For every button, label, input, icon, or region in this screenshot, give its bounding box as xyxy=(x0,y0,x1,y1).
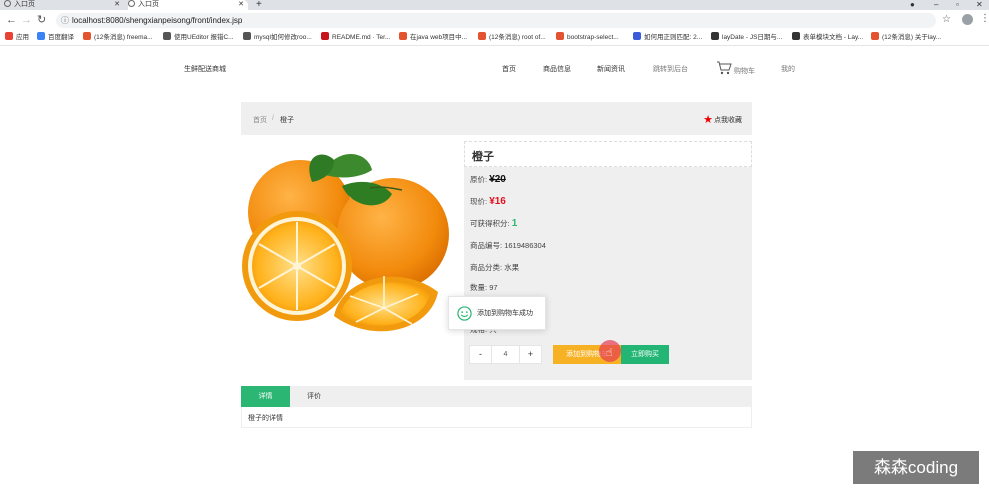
stock-value: 97 xyxy=(489,283,498,292)
nav-home[interactable]: 首页 xyxy=(502,64,516,74)
bookmark-favicon-icon xyxy=(37,32,45,40)
breadcrumb-current: 橙子 xyxy=(280,117,294,124)
bookmark-item[interactable]: 如何用正则匹配: 2... xyxy=(633,32,702,43)
bookmark-item[interactable]: (12条消息) freema... xyxy=(83,32,153,43)
bookmark-item[interactable]: layDate - JS日期与... xyxy=(711,32,782,43)
site-logo-text[interactable]: 生鲜配送商城 xyxy=(184,64,226,74)
browser-tab-strip: 入口页 ✕ 入口页 ✕ + ● – ▫ ✕ xyxy=(0,0,989,10)
bookmark-item[interactable]: (12条消息) root of... xyxy=(478,32,546,43)
tab-reviews[interactable]: 评价 xyxy=(290,386,338,407)
minimize-icon[interactable]: – xyxy=(934,0,938,9)
stock-row: 数量: 97 xyxy=(470,283,498,292)
bookmark-favicon-icon xyxy=(83,32,91,40)
bookmark-item[interactable]: 使用UEditor 报错C... xyxy=(163,32,234,43)
new-tab-button[interactable]: + xyxy=(256,0,268,10)
bookmark-item[interactable]: 百度翻译 xyxy=(37,32,74,43)
info-icon[interactable]: ⓘ xyxy=(61,13,69,28)
quantity-input[interactable]: 4 xyxy=(492,345,519,364)
close-window-icon[interactable]: ✕ xyxy=(976,0,983,9)
bookmark-favicon-icon xyxy=(633,32,641,40)
toast-message: 添加到购物车成功 xyxy=(448,296,546,330)
product-title: 橙子 xyxy=(464,141,752,167)
product-code: 1619486304 xyxy=(504,241,546,250)
breadcrumb-home[interactable]: 首页 xyxy=(253,115,267,125)
smile-icon xyxy=(457,306,472,321)
bookmark-favicon-icon xyxy=(478,32,486,40)
current-price-row: 现价: ¥16 xyxy=(470,196,506,207)
detail-tabs: 详情 评价 xyxy=(241,386,752,407)
bookmark-item[interactable]: 应用 xyxy=(5,32,29,43)
breadcrumb: 首页 / 橙子 ★点我收藏 xyxy=(241,102,752,135)
bookmarks-bar: 应用 百度翻译 (12条消息) freema... 使用UEditor 报错C... m… xyxy=(0,30,989,46)
category-row: 商品分类: 水果 xyxy=(470,263,520,272)
profile-icon[interactable]: ● xyxy=(910,0,915,9)
restore-icon[interactable]: ▫ xyxy=(956,0,959,9)
bookmark-item[interactable]: README.md · Ter... xyxy=(321,32,390,43)
bookmark-favicon-icon xyxy=(792,32,800,40)
star-icon: ★ xyxy=(703,114,713,126)
increase-button[interactable]: + xyxy=(519,345,542,364)
reload-icon[interactable]: ↻ xyxy=(37,14,46,26)
nav-admin[interactable]: 跳转到后台 xyxy=(653,64,688,74)
buy-now-button[interactable]: 立即购买 xyxy=(621,345,669,364)
globe-icon xyxy=(128,0,135,7)
account-avatar[interactable] xyxy=(962,14,973,25)
product-image xyxy=(242,154,449,332)
back-icon[interactable]: ← xyxy=(6,14,17,26)
points-row: 可获得积分: 1 xyxy=(470,218,518,229)
breadcrumb-separator: / xyxy=(272,115,274,122)
cart-icon[interactable] xyxy=(716,61,732,78)
bookmark-item[interactable]: 表单模块文档 - Lay... xyxy=(792,32,863,43)
bookmark-favicon-icon xyxy=(711,32,719,40)
original-price-row: 原价: ¥20 xyxy=(470,174,506,185)
category-value: 水果 xyxy=(504,263,520,272)
bookmark-favicon-icon xyxy=(399,32,407,40)
decrease-button[interactable]: - xyxy=(469,345,492,364)
bookmark-item[interactable]: (12条消息) 关于lay... xyxy=(871,32,941,43)
bookmark-favicon-icon xyxy=(243,32,251,40)
favorite-button[interactable]: ★点我收藏 xyxy=(703,113,742,126)
nav-cart[interactable]: 购物车 xyxy=(734,66,755,76)
bookmark-favicon-icon xyxy=(5,32,13,40)
globe-icon xyxy=(4,0,11,7)
detail-content: 橙子的详情 xyxy=(241,407,752,428)
bookmark-star-icon[interactable]: ☆ xyxy=(942,14,951,25)
bookmark-favicon-icon xyxy=(163,32,171,40)
bookmark-favicon-icon xyxy=(556,32,564,40)
bookmark-item[interactable]: 在java web项目中... xyxy=(399,32,467,43)
nav-news[interactable]: 新闻资讯 xyxy=(597,64,625,74)
nav-mine[interactable]: 我的 xyxy=(781,64,795,74)
hand-cursor-icon: ☝ xyxy=(606,347,613,359)
address-bar-row: ← → ↻ ⓘ localhost:8080/shengxianpeisong/… xyxy=(0,10,989,30)
bookmark-item[interactable]: bootstrap-select... xyxy=(556,32,619,43)
bookmark-favicon-icon xyxy=(321,32,329,40)
kebab-menu-icon[interactable]: ⋮ xyxy=(980,13,989,24)
bookmark-favicon-icon xyxy=(871,32,879,40)
browser-tab[interactable]: 入口页 ✕ xyxy=(4,0,124,10)
watermark: 森森coding xyxy=(853,451,979,484)
browser-tab-active[interactable]: 入口页 ✕ xyxy=(128,0,248,10)
quantity-stepper: - 4 + xyxy=(469,345,542,364)
url-field[interactable]: ⓘ localhost:8080/shengxianpeisong/front/… xyxy=(56,13,936,28)
nav-products[interactable]: 商品信息 xyxy=(543,64,571,74)
close-icon[interactable]: ✕ xyxy=(114,0,120,9)
forward-icon[interactable]: → xyxy=(21,14,32,26)
points-value: 1 xyxy=(511,218,518,229)
product-code-row: 商品编号: 1619486304 xyxy=(470,241,546,250)
current-price: ¥16 xyxy=(489,196,506,207)
close-icon[interactable]: ✕ xyxy=(238,0,244,9)
original-price: ¥20 xyxy=(489,174,506,185)
tab-details[interactable]: 详情 xyxy=(241,386,290,407)
bookmark-item[interactable]: mysql如何修改roo... xyxy=(243,32,312,43)
